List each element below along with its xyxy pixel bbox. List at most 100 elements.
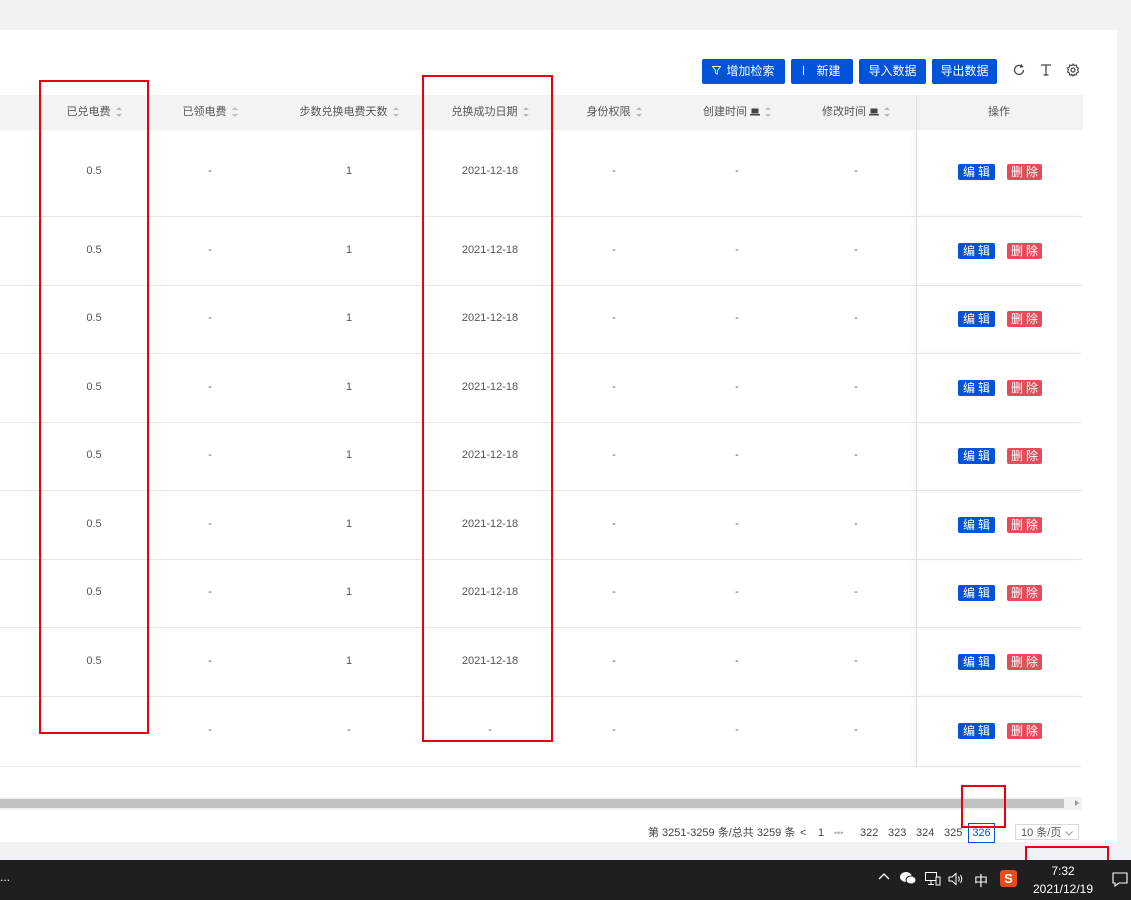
horizontal-scrollbar[interactable] [0, 797, 1082, 810]
sort-icon[interactable] [765, 107, 771, 118]
column-header-actions-label: 操作 [988, 106, 1010, 118]
export-data-button[interactable]: 导出数据 [932, 59, 997, 84]
cell-modified-time: - [854, 244, 858, 256]
show-hidden-icons-icon[interactable] [878, 870, 890, 886]
page-ellipsis[interactable]: ••• [834, 823, 843, 843]
page-button-1[interactable]: 1 [818, 823, 824, 843]
edit-button[interactable]: 编辑 [958, 448, 995, 464]
new-button[interactable]: 新建 [791, 59, 853, 84]
cell-received-fee: - [208, 586, 212, 598]
settings-icon[interactable] [1066, 63, 1080, 77]
add-filter-button[interactable]: 增加检索 [702, 59, 785, 84]
add-filter-label: 增加检索 [726, 64, 775, 78]
cell-received-fee: - [208, 165, 212, 177]
delete-button[interactable]: 删除 [1007, 448, 1042, 464]
ime-indicator[interactable]: 中 [974, 871, 988, 891]
sogou-icon[interactable]: S [1000, 870, 1017, 887]
column-header-received-fee[interactable]: 已领电费 [155, 95, 265, 130]
sort-icon[interactable] [635, 107, 642, 118]
cell-exchange-days: 1 [345, 449, 353, 461]
sort-icon[interactable] [884, 107, 890, 118]
edit-button[interactable]: 编辑 [958, 654, 995, 670]
highlight-date-column [422, 75, 553, 742]
page-button-323[interactable]: 323 [888, 823, 906, 843]
main-card: 增加检索 新建 导入数据 导出数据 已兑电费 已领电费 步数兑换电费天数 兑换成… [0, 30, 1117, 843]
cell-actions: 编辑 删除 [916, 559, 1083, 627]
sort-icon[interactable] [392, 107, 399, 118]
plus-icon [803, 66, 805, 76]
scrollbar-thumb[interactable] [0, 799, 1064, 808]
cell-actions: 编辑 删除 [916, 216, 1083, 285]
cell-actions: 编辑 删除 [916, 353, 1083, 422]
cell-role: - [612, 724, 616, 736]
delete-button[interactable]: 删除 [1007, 243, 1042, 259]
import-data-button[interactable]: 导入数据 [859, 59, 926, 84]
column-header-exchange-days[interactable]: 步数兑换电费天数 [270, 95, 428, 130]
cell-created-time: - [735, 244, 739, 256]
page-button-322[interactable]: 322 [860, 823, 878, 843]
edit-button[interactable]: 编辑 [958, 517, 995, 533]
cell-actions: 编辑 删除 [916, 627, 1083, 696]
clock-date[interactable]: 2021/12/19 [1023, 882, 1103, 896]
cell-modified-time: - [854, 518, 858, 530]
cell-modified-time: - [854, 655, 858, 667]
cell-exchange-days: - [347, 724, 351, 736]
edit-button[interactable]: 编辑 [958, 380, 995, 396]
cell-exchange-days: 1 [345, 586, 353, 598]
page-button-325[interactable]: 325 [944, 823, 962, 843]
cell-created-time: - [735, 518, 739, 530]
cell-modified-time: - [854, 312, 858, 324]
table-toolbar: 增加检索 新建 导入数据 导出数据 [0, 59, 1117, 85]
cell-actions: 编辑 删除 [916, 422, 1083, 490]
notification-icon[interactable] [1112, 872, 1128, 890]
prev-page-button[interactable]: < [800, 823, 806, 843]
column-header-modified-time[interactable]: 修改时间 [796, 95, 916, 130]
edit-button[interactable]: 编辑 [958, 164, 995, 180]
column-header-role[interactable]: 身份权限 [558, 95, 670, 130]
scroll-right-icon[interactable] [1075, 800, 1079, 806]
delete-button[interactable]: 删除 [1007, 723, 1042, 739]
cell-received-fee: - [208, 312, 212, 324]
windows-taskbar: ... 中 S 7:32 2021/12/19 [0, 860, 1131, 900]
cell-received-fee: - [208, 724, 212, 736]
cell-received-fee: - [208, 449, 212, 461]
cell-created-time: - [735, 449, 739, 461]
edit-button[interactable]: 编辑 [958, 585, 995, 601]
delete-button[interactable]: 删除 [1007, 517, 1042, 533]
cell-created-time: - [735, 165, 739, 177]
page-size-value: 10 条/页 [1021, 827, 1062, 839]
cell-created-time: - [735, 724, 739, 736]
cell-role: - [612, 655, 616, 667]
edit-button[interactable]: 编辑 [958, 311, 995, 327]
chevron-down-icon [1065, 831, 1073, 836]
cell-actions: 编辑 删除 [916, 285, 1083, 353]
delete-button[interactable]: 删除 [1007, 311, 1042, 327]
laptop-icon [869, 108, 879, 116]
volume-icon[interactable] [948, 872, 964, 889]
network-icon[interactable] [925, 872, 941, 889]
cell-received-fee: - [208, 655, 212, 667]
highlight-paid-column [39, 80, 149, 734]
cell-exchange-days: 1 [345, 165, 353, 177]
delete-button[interactable]: 删除 [1007, 380, 1042, 396]
cell-actions: 编辑 删除 [916, 696, 1083, 766]
text-height-icon[interactable] [1039, 63, 1053, 77]
cell-role: - [612, 586, 616, 598]
sort-icon[interactable] [231, 107, 238, 118]
page-button-324[interactable]: 324 [916, 823, 934, 843]
column-header-created-time[interactable]: 创建时间 [676, 95, 798, 130]
taskbar-app-label[interactable]: ... [0, 870, 10, 884]
refresh-icon[interactable] [1012, 63, 1026, 77]
edit-button[interactable]: 编辑 [958, 723, 995, 739]
delete-button[interactable]: 删除 [1007, 585, 1042, 601]
new-label: 新建 [816, 64, 841, 78]
delete-button[interactable]: 删除 [1007, 164, 1042, 180]
page-size-select[interactable]: 10 条/页 [1015, 824, 1079, 840]
wechat-icon[interactable] [899, 870, 917, 889]
edit-button[interactable]: 编辑 [958, 243, 995, 259]
delete-button[interactable]: 删除 [1007, 654, 1042, 670]
cell-modified-time: - [854, 586, 858, 598]
clock-time[interactable]: 7:32 [1023, 864, 1103, 878]
highlight-current-page [961, 785, 1006, 828]
cell-role: - [612, 449, 616, 461]
